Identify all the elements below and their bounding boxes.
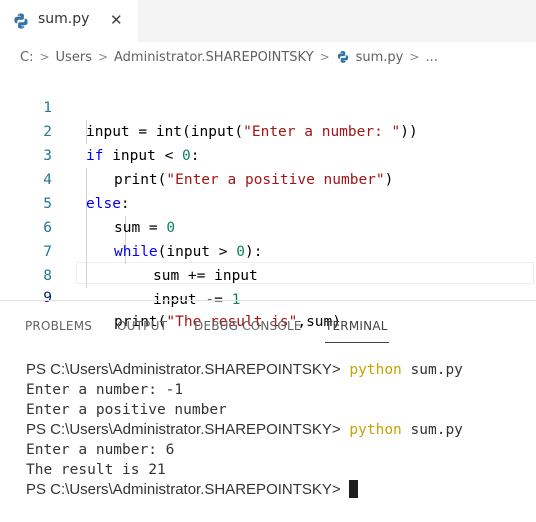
breadcrumb-file[interactable]: sum.py [356,50,404,65]
code-line[interactable]: 4 else: [0,144,536,212]
code-line[interactable]: 5 sum = 0 [0,168,536,236]
code-line[interactable]: 7 sum += input [0,216,536,284]
python-file-icon [337,51,348,63]
breadcrumb-users[interactable]: Users [56,50,92,65]
code-line[interactable]: 1 input = int(input("Enter a number: ")) [0,72,536,140]
code-editor[interactable]: 1 input = int(input("Enter a number: "))… [0,72,536,330]
breadcrumb-folder[interactable]: Administrator.SHAREPOINTSKY [114,50,314,65]
tab-output[interactable]: OUTPUT [117,319,167,333]
code-line[interactable]: 6 while(input > 0): [0,192,536,260]
terminal-line: PS C:\Users\Administrator.SHAREPOINTSKY>… [26,361,463,378]
tab-terminal[interactable]: TERMINAL [325,319,388,333]
panel-tab-bar: PROBLEMS OUTPUT DEBUG CONSOLE TERMINAL [0,311,536,343]
terminal-line: PS C:\Users\Administrator.SHAREPOINTSKY> [26,480,536,500]
close-icon[interactable]: ✕ [110,11,123,29]
tab-title: sum.py [38,11,90,27]
tab-debug-console[interactable]: DEBUG CONSOLE [194,319,302,333]
chevron-right-icon: > [97,50,108,64]
code-line[interactable]: 2 if input < 0: [0,96,536,164]
breadcrumb-more[interactable]: ... [425,50,437,65]
terminal-line: The result is 21 [26,462,166,478]
code-line[interactable]: 8 input -= 1 [0,240,536,308]
editor-tab-bar: sum.py ✕ [0,0,536,42]
terminal-line: Enter a number: -1 [26,382,184,398]
chevron-right-icon: > [409,50,420,64]
tab-sum-py[interactable]: sum.py ✕ [0,0,138,42]
terminal-cursor [348,480,358,498]
breadcrumb-drive[interactable]: C: [20,50,33,65]
terminal-line: Enter a positive number [26,402,227,418]
code-line[interactable]: 3 print("Enter a positive number") [0,120,536,188]
python-file-icon [14,13,28,29]
chevron-right-icon: > [319,50,330,64]
terminal-output[interactable]: PS C:\Users\Administrator.SHAREPOINTSKY>… [26,360,536,500]
terminal-line: Enter a number: 6 [26,442,175,458]
line-number: 9 [43,290,52,306]
tab-problems[interactable]: PROBLEMS [25,319,92,333]
terminal-line: PS C:\Users\Administrator.SHAREPOINTSKY>… [26,421,463,438]
panel-divider[interactable] [0,300,536,301]
breadcrumb: C: > Users > Administrator.SHAREPOINTSKY… [0,42,536,72]
active-tab-indicator [325,342,389,343]
code-line[interactable]: 9 print("The result is",sum) [0,262,536,330]
chevron-right-icon: > [39,50,50,64]
